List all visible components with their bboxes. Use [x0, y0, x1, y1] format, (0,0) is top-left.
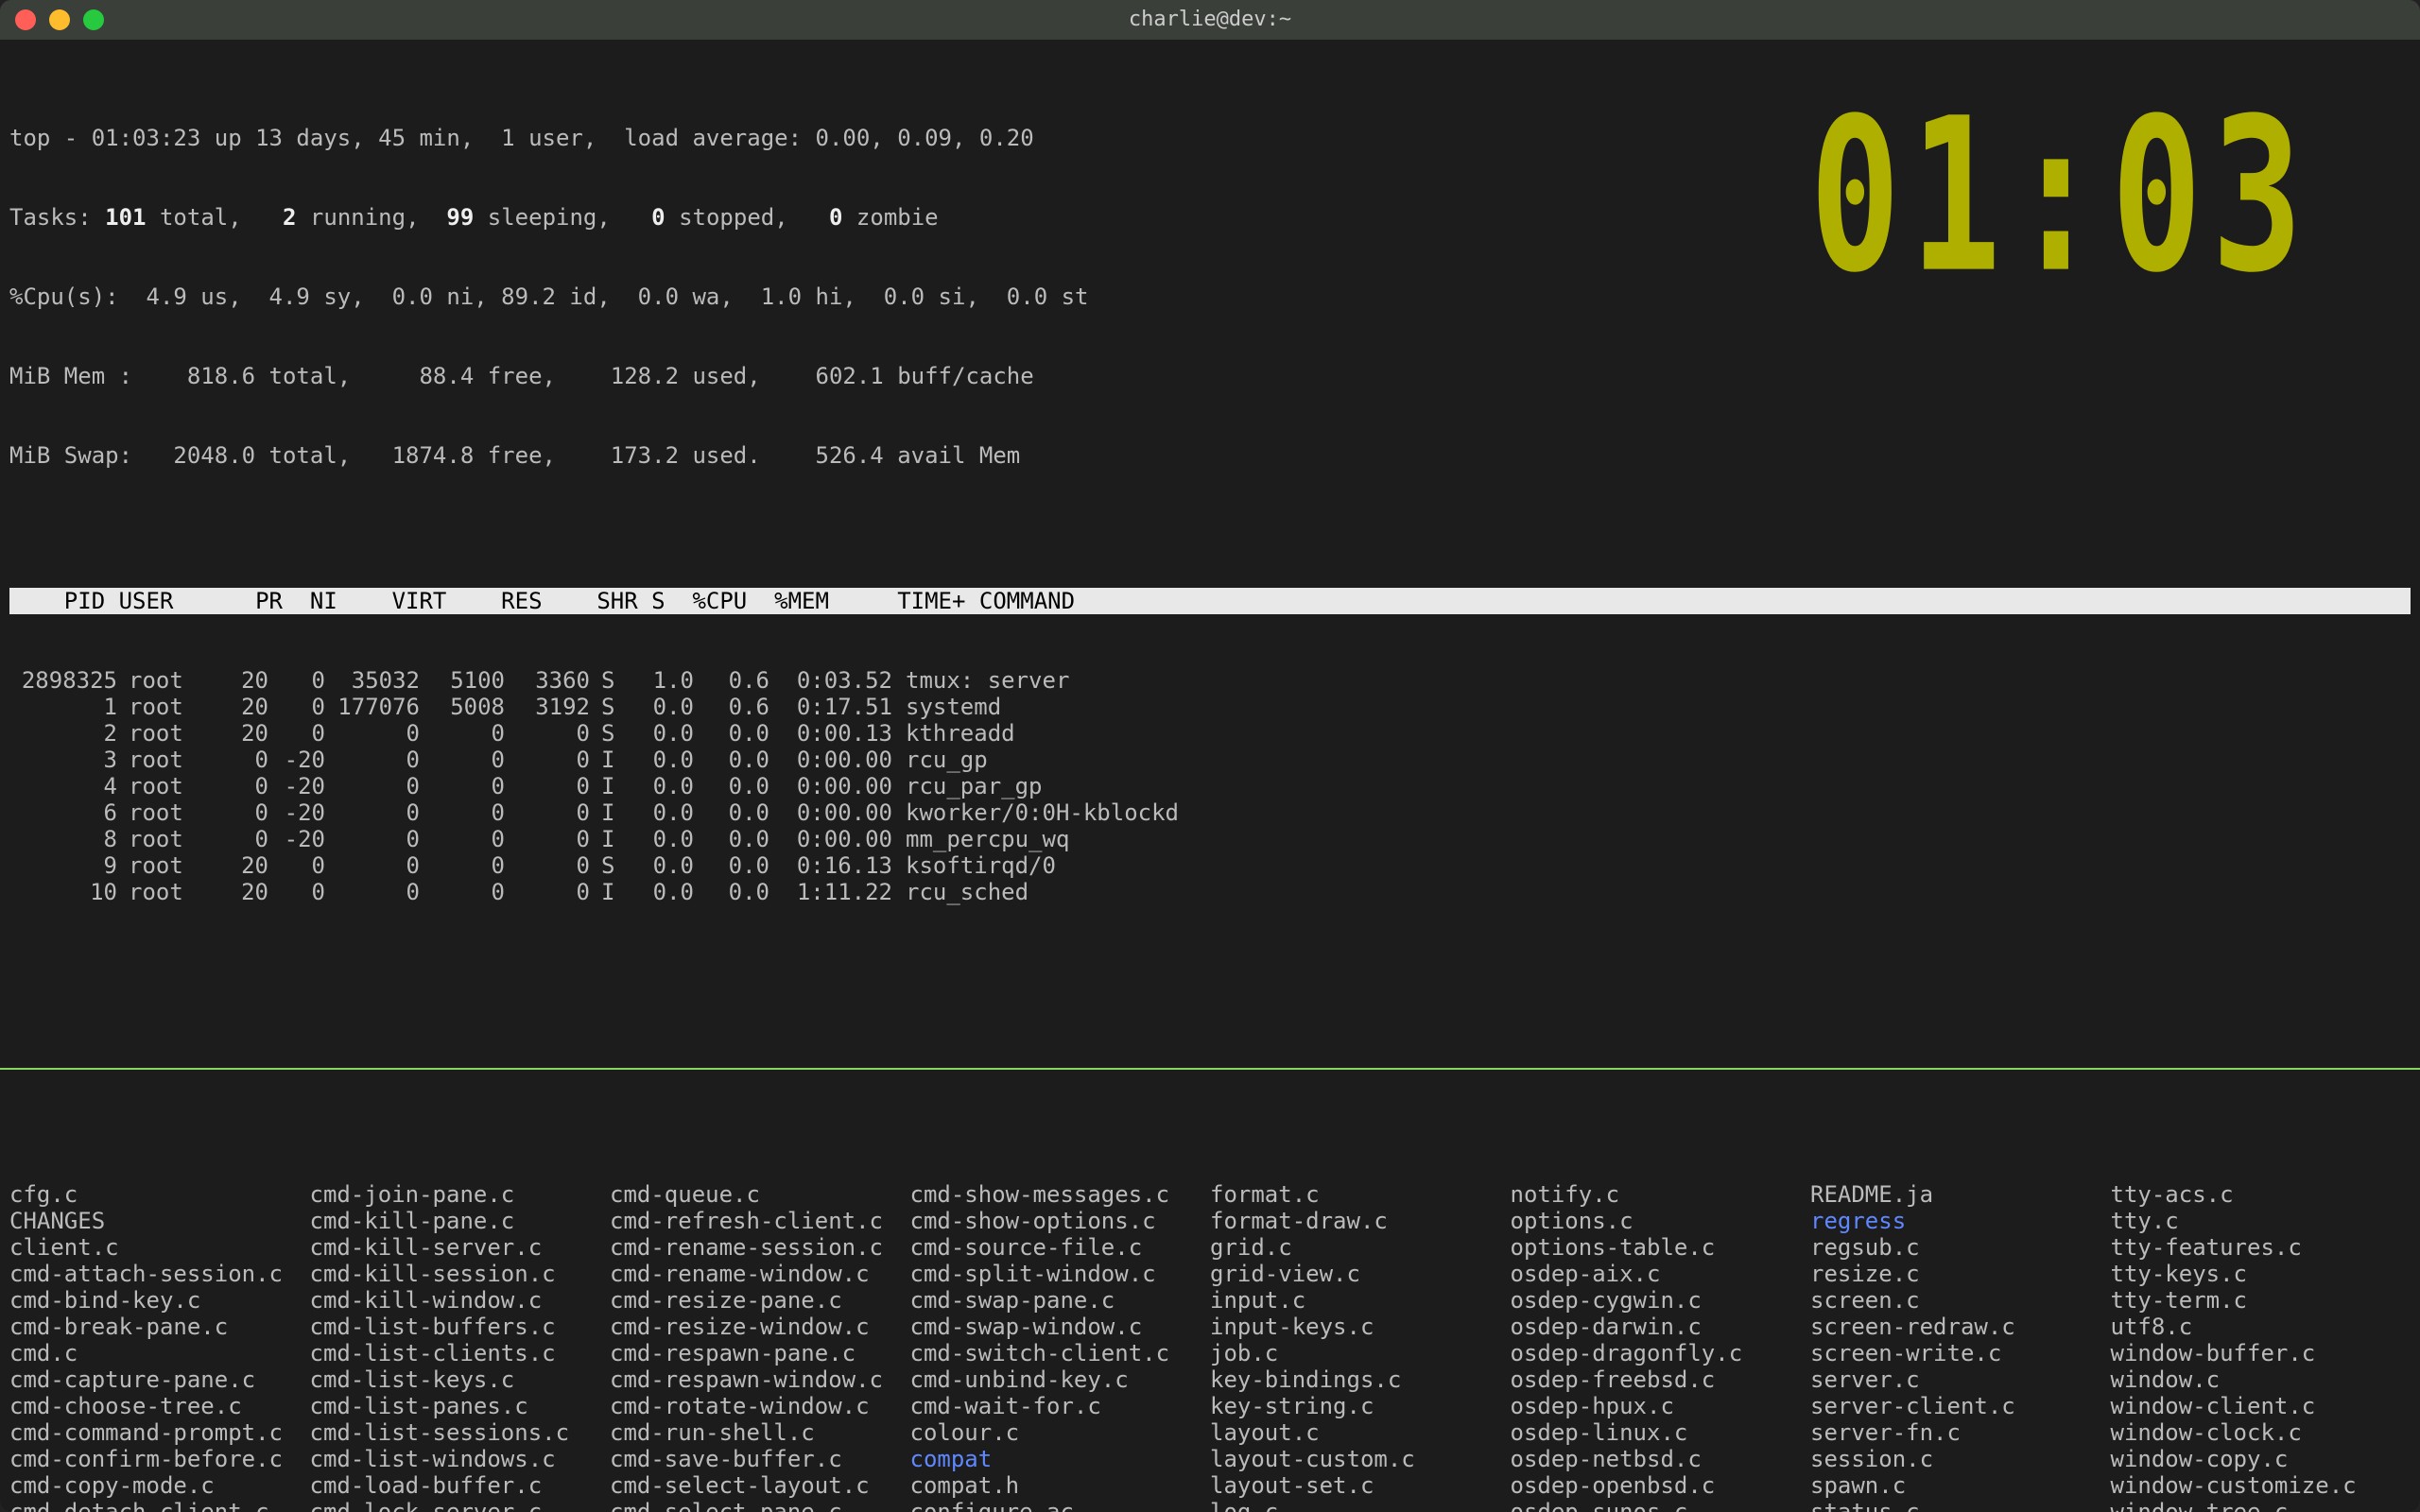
maximize-icon[interactable]	[83, 9, 104, 30]
ls-output: cfg.ccmd-join-pane.ccmd-queue.ccmd-show-…	[9, 1181, 2411, 1512]
top-process-table: 2898325root2003503251003360S1.00.60:03.5…	[9, 667, 1276, 905]
clock-digits: 01:03	[1758, 178, 2363, 215]
top-swap-line: MiB Swap: 2048.0 total, 1874.8 free, 173…	[9, 442, 2411, 469]
titlebar: charlie@dev:~	[0, 0, 2420, 40]
top-column-header: PID USER PR NI VIRT RES SHR S %CPU %MEM …	[9, 588, 2411, 614]
window-title: charlie@dev:~	[1129, 7, 1291, 33]
clock-pane: 01:03	[1758, 125, 2363, 257]
minimize-icon[interactable]	[49, 9, 70, 30]
close-icon[interactable]	[15, 9, 36, 30]
top-mem-line: MiB Mem : 818.6 total, 88.4 free, 128.2 …	[9, 363, 2411, 389]
pane-divider	[0, 1068, 2420, 1070]
